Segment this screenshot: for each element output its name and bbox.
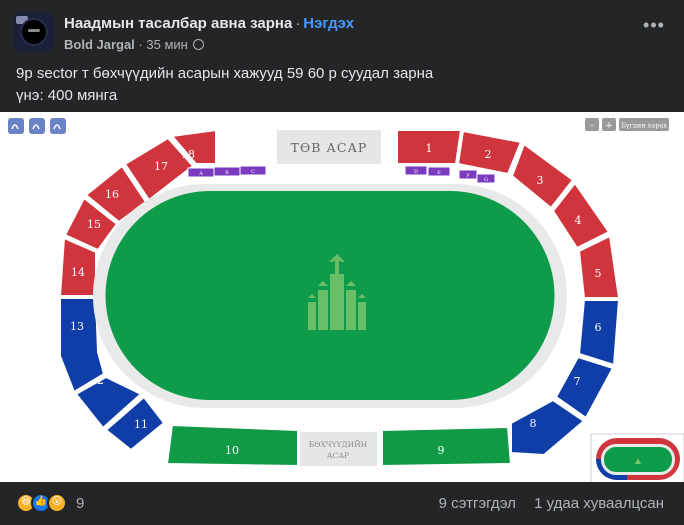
sector-13-label: 13 <box>70 320 84 333</box>
subsector-E-label: E <box>437 170 441 176</box>
sector-4-label: 4 <box>575 214 582 227</box>
sector-6-label: 6 <box>595 321 602 334</box>
minimap[interactable] <box>590 433 684 482</box>
author-link[interactable]: Bold Jargal <box>64 37 135 52</box>
wow-reaction-icon: 😮 <box>47 493 67 513</box>
post-time[interactable]: 35 мин <box>146 37 187 52</box>
sector-3-label: 3 <box>537 174 544 187</box>
join-group-button[interactable]: Нэгдэх <box>303 15 354 32</box>
globe-icon <box>193 39 205 50</box>
sector-15-label: 15 <box>87 218 101 231</box>
sector-2-label: 2 <box>485 148 492 161</box>
post-text-line-2: үнэ: 400 мянга <box>16 87 118 104</box>
group-avatar[interactable] <box>14 12 54 52</box>
post-title-line: Наадмын тасалбар авна зарна · Нэгдэх <box>64 15 354 32</box>
group-name-link[interactable]: Наадмын тасалбар авна зарна <box>64 15 292 32</box>
central-stand-label: ТӨВ АСАР <box>291 140 368 155</box>
post-meta: Bold Jargal · 35 мин <box>64 37 205 52</box>
subsector-G-label: G <box>484 177 488 183</box>
sector-9-label: 9 <box>438 444 445 457</box>
post-stats: 9 сэтгэгдэл 1 удаа хуваалцсан <box>439 495 664 512</box>
subsector-A-label: A <box>198 171 203 177</box>
subsector-B-label: B <box>225 170 229 176</box>
post-header: Наадмын тасалбар авна зарна · Нэгдэх Bold … <box>14 12 670 56</box>
subsector-C-label: C <box>251 169 255 175</box>
sector-1-label: 1 <box>426 142 433 155</box>
view-all-label: Бүгдин харах <box>621 122 667 130</box>
sector-7-label: 7 <box>574 375 581 388</box>
sector-18-label: 18 <box>181 148 195 161</box>
reaction-count: 9 <box>76 495 85 512</box>
more-options-icon[interactable]: ••• <box>638 16 670 40</box>
avatar-image <box>20 18 48 46</box>
wrestlers-stand[interactable] <box>300 432 377 466</box>
sector-8-label: 8 <box>530 417 537 430</box>
sector-9[interactable] <box>381 425 513 468</box>
wrestlers-stand-label-2: АСАР <box>327 451 349 460</box>
post-text-line-1: 9р sector т бөхчүүдийн асарын хажууд 59 … <box>16 65 434 82</box>
shares-count-link[interactable]: 1 удаа хуваалцсан <box>534 495 664 512</box>
sector-17-label: 17 <box>154 160 168 173</box>
post-photo[interactable]: - + Бүгдин харах 1 2 3 4 5 6 7 8 9 10 11 12 13 14 15 16… <box>0 112 684 482</box>
wrestlers-stand-label-1: БӨХЧҮҮДИЙН <box>309 440 368 449</box>
post-body: 9р sector т бөхчүүдийн асарын хажууд 59 … <box>16 63 433 107</box>
stadium-seat-map: - + Бүгдин харах 1 2345678910111213141516… <box>8 118 684 482</box>
subsector-F-label: F <box>466 173 470 179</box>
meta-separator: · <box>138 37 143 52</box>
sector-16-label: 16 <box>105 188 119 201</box>
facebook-post: Наадмын тасалбар авна зарна · Нэгдэх Bold … <box>0 0 684 525</box>
sector-14-label: 14 <box>71 266 85 279</box>
zoom-out-label: - <box>590 121 593 131</box>
sector-11-label: 11 <box>134 418 148 431</box>
title-separator: · <box>295 15 301 32</box>
zoom-in-label: + <box>605 121 613 131</box>
sector-5-label: 5 <box>595 267 602 280</box>
subsector-D-label: D <box>414 169 418 175</box>
sector-10-label: 10 <box>225 444 239 457</box>
comments-count-link[interactable]: 9 сэтгэгдэл <box>439 495 516 512</box>
